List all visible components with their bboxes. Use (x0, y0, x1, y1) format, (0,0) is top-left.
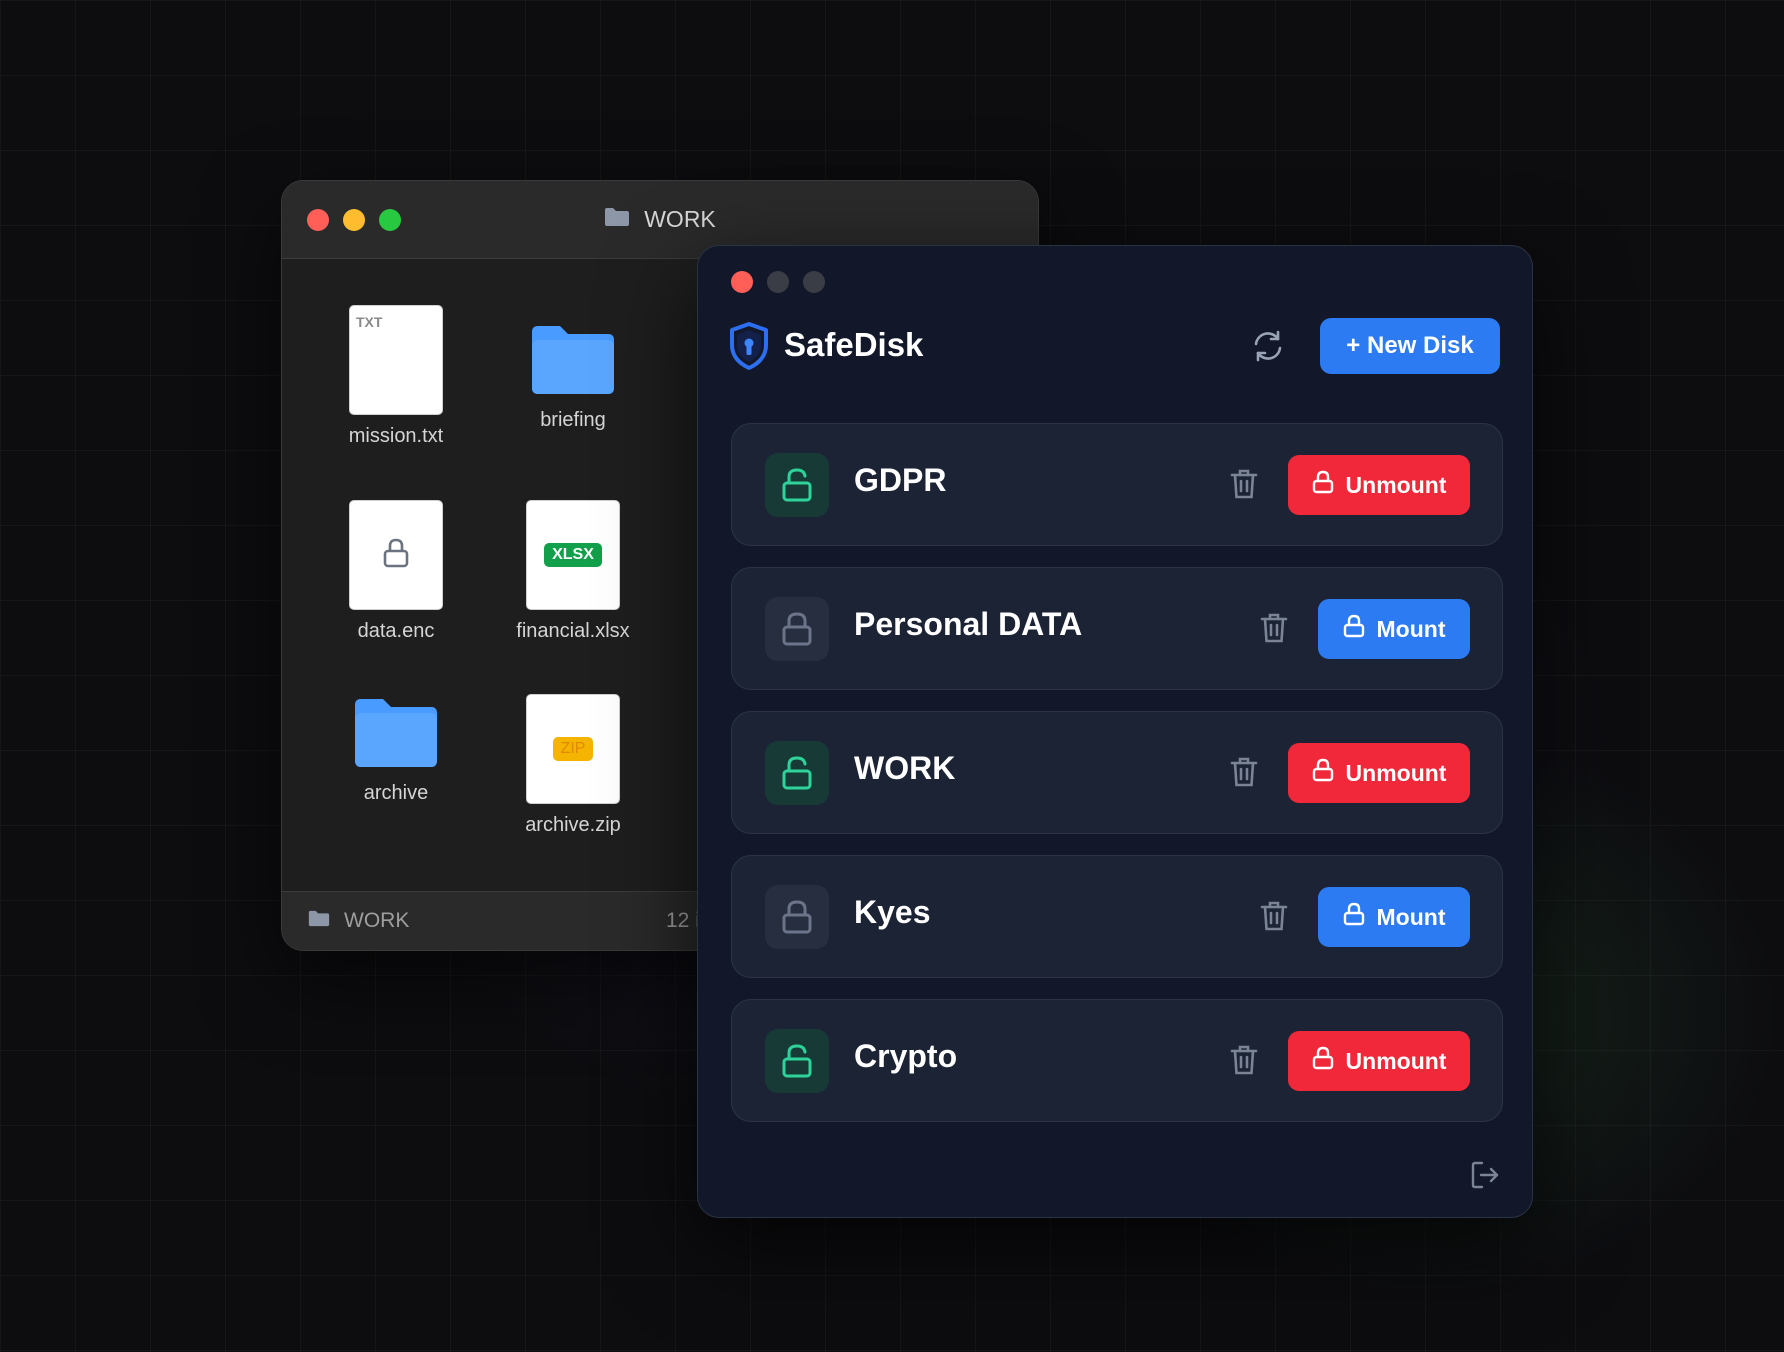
safedisk-window: SafeDisk + New Disk GDPR Unmount Persona… (697, 245, 1533, 1218)
encrypted-file-icon (349, 500, 443, 610)
file-item-data-enc[interactable]: data.enc (316, 500, 476, 643)
file-item-archive-zip[interactable]: ZIP archive.zip (493, 694, 653, 837)
app-title: SafeDisk (784, 326, 924, 363)
app-header: SafeDisk + New Disk (728, 316, 1500, 376)
close-button[interactable] (731, 271, 753, 293)
lock-icon (1343, 902, 1365, 932)
unmount-label: Unmount (1345, 1047, 1447, 1074)
file-label: data.enc (357, 620, 435, 642)
locked-icon (765, 597, 829, 661)
disk-row-kyes: Kyes Mount (731, 855, 1503, 978)
new-disk-button[interactable]: + New Disk (1320, 318, 1500, 374)
file-type-badge: XLSX (544, 543, 602, 567)
disk-row-crypto: Crypto Unmount (731, 999, 1503, 1122)
disk-name: Crypto (854, 1038, 958, 1074)
file-type-tag: TXT (356, 314, 383, 330)
mount-label: Mount (1376, 903, 1446, 930)
logout-icon[interactable] (1470, 1160, 1500, 1195)
disk-name: WORK (854, 750, 956, 786)
folder-item-briefing[interactable]: briefing (493, 305, 653, 432)
lock-icon (1312, 1046, 1334, 1076)
mount-button[interactable]: Mount (1318, 887, 1470, 947)
zoom-button[interactable] (803, 271, 825, 293)
trash-icon[interactable] (1230, 756, 1258, 793)
lock-icon (1312, 470, 1334, 500)
folder-icon (604, 206, 630, 233)
disk-name: Personal DATA (854, 606, 1083, 642)
disk-name: Kyes (854, 894, 931, 930)
unmount-label: Unmount (1345, 471, 1447, 498)
folder-label: briefing (540, 409, 606, 431)
locked-icon (765, 885, 829, 949)
unmount-button[interactable]: Unmount (1288, 743, 1470, 803)
unlocked-icon (765, 1029, 829, 1093)
trash-icon[interactable] (1260, 900, 1288, 937)
folder-label: archive (363, 782, 429, 804)
unmount-label: Unmount (1345, 759, 1447, 786)
file-label: archive.zip (525, 814, 621, 836)
zip-file-icon: ZIP (526, 694, 620, 804)
file-type-badge: ZIP (552, 737, 594, 761)
trash-icon[interactable] (1260, 612, 1288, 649)
file-item-mission[interactable]: TXT mission.txt (316, 305, 476, 448)
item-count: 12 i (666, 909, 700, 932)
disk-name: GDPR (854, 462, 947, 498)
trash-icon[interactable] (1230, 1044, 1258, 1081)
lock-icon (1343, 614, 1365, 644)
spreadsheet-file-icon: XLSX (526, 500, 620, 610)
file-label: financial.xlsx (516, 620, 630, 642)
file-label: mission.txt (348, 425, 444, 447)
lock-icon (382, 537, 410, 574)
mount-label: Mount (1376, 615, 1446, 642)
disk-row-gdpr: GDPR Unmount (731, 423, 1503, 546)
unlocked-icon (765, 741, 829, 805)
mount-button[interactable]: Mount (1318, 599, 1470, 659)
finder-title-text: WORK (644, 206, 716, 232)
unmount-button[interactable]: Unmount (1288, 1031, 1470, 1091)
shield-lock-icon (728, 321, 770, 376)
trash-icon[interactable] (1230, 468, 1258, 505)
text-file-icon: TXT (349, 305, 443, 415)
minimize-button[interactable] (767, 271, 789, 293)
file-item-financial[interactable]: XLSX financial.xlsx (493, 500, 653, 643)
path-label: WORK (344, 909, 410, 932)
lock-icon (1312, 758, 1334, 788)
folder-icon (493, 305, 653, 415)
refresh-icon[interactable] (1251, 329, 1285, 368)
folder-item-archive[interactable]: archive (316, 678, 476, 805)
folder-icon (308, 909, 330, 933)
disk-row-personal-data: Personal DATA Mount (731, 567, 1503, 690)
folder-icon (316, 678, 476, 788)
unlocked-icon (765, 453, 829, 517)
disk-row-work: WORK Unmount (731, 711, 1503, 834)
unmount-button[interactable]: Unmount (1288, 455, 1470, 515)
